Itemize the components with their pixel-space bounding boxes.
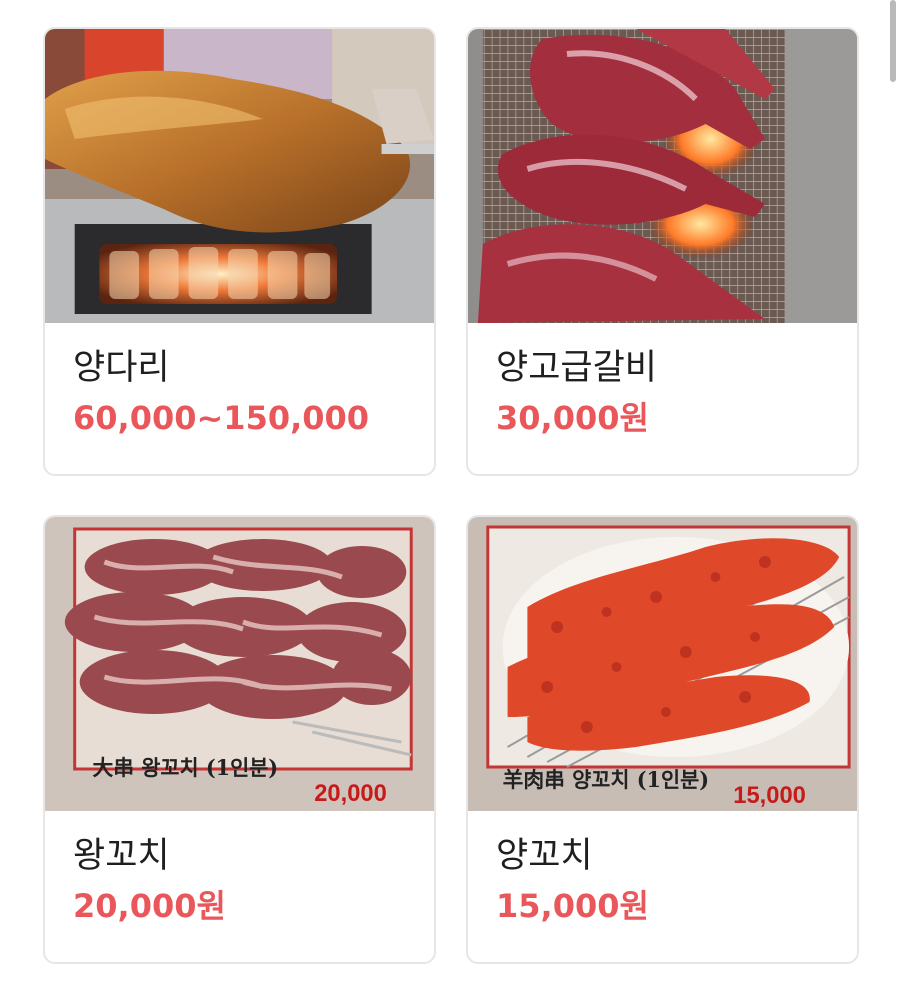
- menu-info: 양다리 60,000~150,000: [45, 323, 434, 441]
- menu-page: 양다리 60,000~150,000 양고급갈비 30,000원 大串 왕꼬치 …: [0, 0, 900, 990]
- menu-info: 왕꼬치 20,000원: [45, 811, 434, 929]
- menu-card-lamb-skewers[interactable]: 羊肉串 양꼬치 (1인분) 15,000 양꼬치 15,000원: [466, 515, 859, 964]
- menu-photo-lamb-skewers: 羊肉串 양꼬치 (1인분) 15,000: [468, 517, 857, 811]
- menu-photo-lamb-leg: [45, 29, 434, 323]
- menu-item-price: 20,000원: [73, 887, 226, 925]
- menu-item-name: 양다리: [73, 348, 170, 388]
- menu-info: 양고급갈비 30,000원: [468, 323, 857, 441]
- menu-card-lamb-leg[interactable]: 양다리 60,000~150,000: [43, 27, 436, 476]
- menu-item-price: 60,000~150,000: [73, 399, 370, 437]
- photo-price-text: 20,000: [314, 780, 387, 807]
- menu-item-name: 양꼬치: [496, 836, 593, 876]
- menu-card-lamb-ribs[interactable]: 양고급갈비 30,000원: [466, 27, 859, 476]
- photo-caption-text: 羊肉串 양꼬치 (1인분): [503, 767, 709, 792]
- menu-item-price: 30,000원: [496, 399, 649, 437]
- menu-item-price: 15,000원: [496, 887, 649, 925]
- photo-price-text: 15,000: [733, 782, 806, 809]
- menu-photo-lamb-ribs: [468, 29, 857, 323]
- menu-grid: 양다리 60,000~150,000 양고급갈비 30,000원 大串 왕꼬치 …: [43, 27, 859, 964]
- menu-item-name: 왕꼬치: [73, 836, 170, 876]
- menu-info: 양꼬치 15,000원: [468, 811, 857, 929]
- menu-photo-large-skewers: 大串 왕꼬치 (1인분) 20,000: [45, 517, 434, 811]
- menu-item-name: 양고급갈비: [496, 348, 658, 388]
- menu-card-large-skewers[interactable]: 大串 왕꼬치 (1인분) 20,000 왕꼬치 20,000원: [43, 515, 436, 964]
- scrollbar[interactable]: [890, 0, 896, 82]
- photo-caption-text: 大串 왕꼬치 (1인분): [93, 755, 279, 780]
